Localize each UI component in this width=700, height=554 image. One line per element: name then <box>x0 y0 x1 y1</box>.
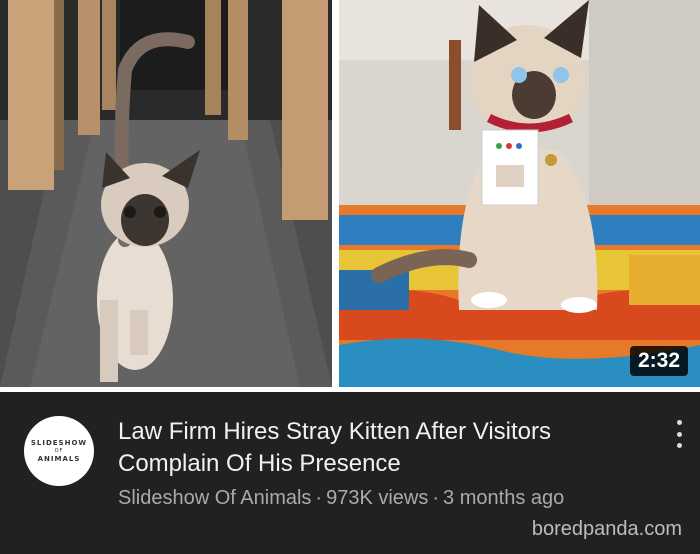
meta-separator: · <box>315 487 323 509</box>
kebab-dot <box>676 431 682 437</box>
upload-age: 3 months ago <box>443 487 565 509</box>
thumbnail-photo-left <box>0 0 332 387</box>
video-info: SLIDESHOW OF ANIMALS Law Firm Hires Stra… <box>0 392 700 554</box>
more-vert-icon[interactable] <box>674 420 684 448</box>
watermark: boredpanda.com <box>531 518 682 540</box>
video-title[interactable]: Law Firm Hires Stray Kitten After Visito… <box>118 416 638 480</box>
video-meta: Slideshow Of Animals · 973K views · 3 months… <box>118 487 564 510</box>
duration-badge: 2:32 <box>629 346 688 376</box>
video-thumbnail[interactable]: 2:32 <box>0 0 700 392</box>
avatar-text-line3: ANIMALS <box>37 455 81 463</box>
video-card[interactable]: 2:32 SLIDESHOW OF ANIMALS Law Firm Hires… <box>0 0 700 554</box>
channel-avatar[interactable]: SLIDESHOW OF ANIMALS <box>24 416 94 486</box>
channel-name[interactable]: Slideshow Of Animals <box>118 487 311 509</box>
view-count: 973K views <box>326 487 429 509</box>
kebab-dot <box>676 420 682 425</box>
meta-separator: · <box>432 487 440 509</box>
avatar-text-line2: OF <box>54 448 64 454</box>
avatar-text-line1: SLIDESHOW <box>30 439 88 447</box>
kebab-dot <box>676 443 682 448</box>
thumbnail-photo-right <box>339 0 700 387</box>
